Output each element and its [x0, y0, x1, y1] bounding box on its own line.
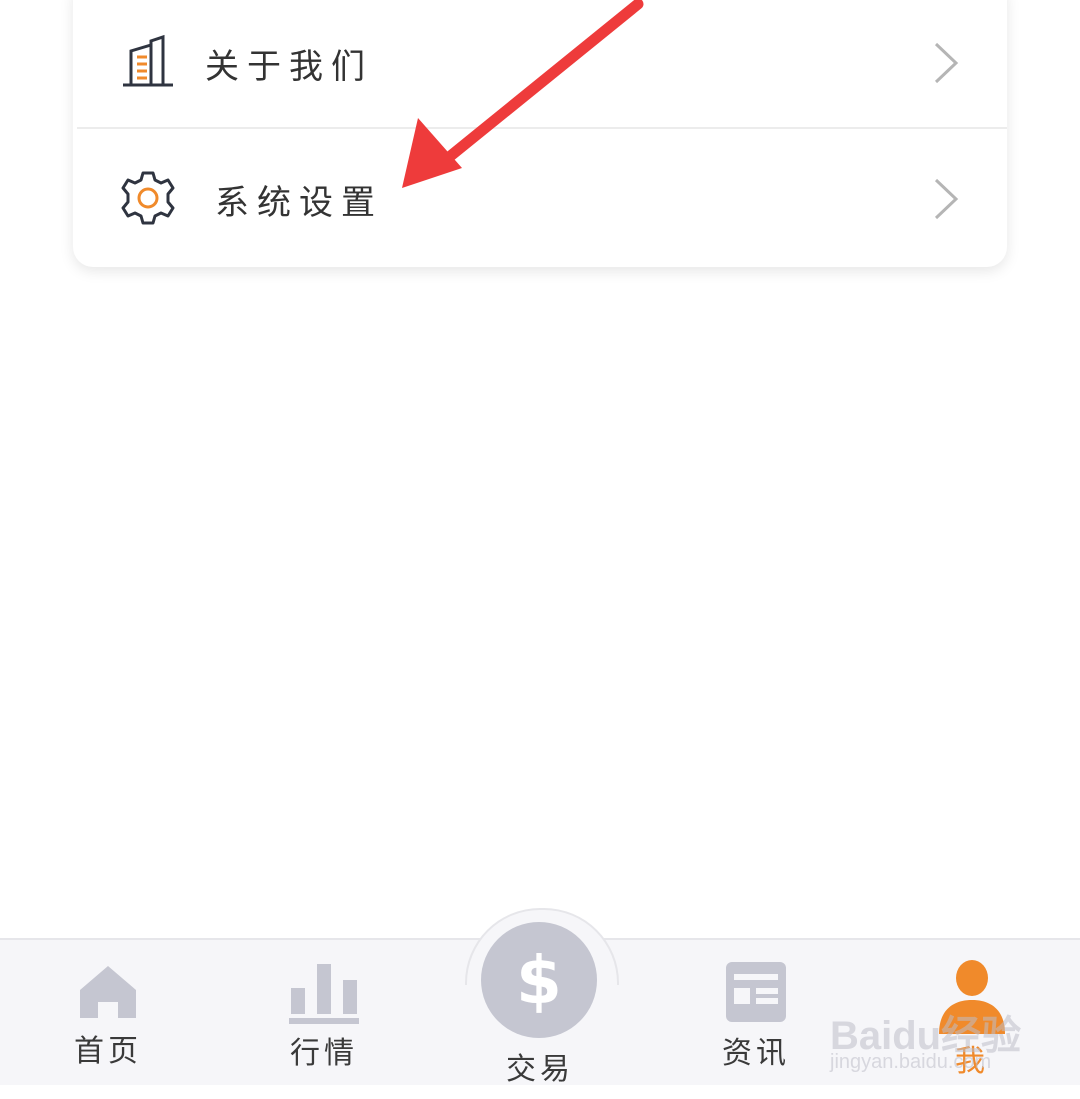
tab-label: 首页	[74, 1034, 142, 1069]
tab-home[interactable]: 首页	[28, 940, 188, 1085]
tab-label: 交易	[506, 1052, 574, 1087]
bar-chart-icon	[289, 964, 359, 1024]
tab-label: 我	[955, 1044, 989, 1079]
tab-label: 资讯	[722, 1036, 790, 1071]
home-icon	[80, 966, 136, 1018]
menu-item-label: 关于我们	[205, 46, 373, 87]
dollar-icon[interactable]: $	[481, 922, 597, 1038]
settings-card: 关于我们 系统设置	[73, 0, 1007, 267]
chevron-right-icon	[934, 42, 959, 84]
chevron-right-icon	[934, 178, 959, 220]
person-icon	[939, 960, 1005, 1034]
tab-me[interactable]: 我	[892, 940, 1052, 1085]
menu-item-system-settings[interactable]: 系统设置	[73, 134, 1007, 264]
tab-market[interactable]: 行情	[244, 940, 404, 1085]
tab-label: 行情	[290, 1036, 358, 1071]
gear-icon	[121, 171, 175, 225]
menu-item-about-us[interactable]: 关于我们	[73, 0, 1007, 128]
tab-news[interactable]: 资讯	[676, 940, 836, 1085]
menu-item-label: 系统设置	[215, 182, 383, 223]
news-icon	[726, 962, 786, 1022]
building-icon	[123, 34, 173, 87]
divider	[77, 127, 1007, 129]
dollar-symbol: $	[516, 941, 562, 1019]
